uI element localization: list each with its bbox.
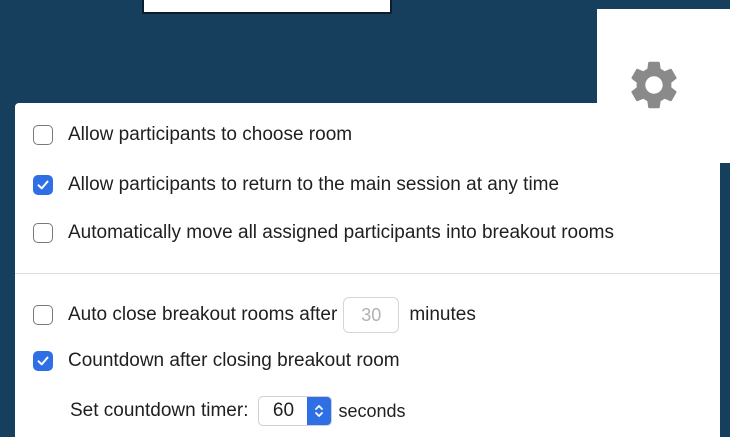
auto-close-minutes-unit: minutes: [409, 304, 476, 325]
choose-room-checkbox[interactable]: [33, 125, 53, 145]
return-main-checkbox[interactable]: [33, 175, 53, 195]
auto-move-option[interactable]: Automatically move all assigned particip…: [33, 220, 614, 246]
auto-move-label: Automatically move all assigned particip…: [68, 222, 614, 243]
countdown-timer-value[interactable]: 60: [259, 400, 307, 422]
gear-icon: [631, 61, 677, 109]
auto-close-option[interactable]: Auto close breakout rooms after 30 minut…: [33, 297, 476, 333]
stepper-arrows-icon[interactable]: [307, 397, 332, 425]
return-main-label: Allow participants to return to the main…: [68, 174, 560, 195]
countdown-timer-stepper[interactable]: 60: [258, 396, 333, 426]
choose-room-label: Allow participants to choose room: [68, 124, 353, 145]
countdown-label: Countdown after closing breakout room: [68, 350, 400, 371]
countdown-option[interactable]: Countdown after closing breakout room: [33, 348, 400, 374]
countdown-timer-label: Set countdown timer:: [70, 400, 249, 421]
auto-close-minutes-input[interactable]: 30: [343, 297, 400, 333]
checkmark-icon: [37, 356, 49, 366]
auto-move-checkbox[interactable]: [33, 223, 53, 243]
countdown-timer-unit: seconds: [338, 400, 406, 421]
checkmark-icon: [37, 180, 49, 190]
countdown-timer-row: Set countdown timer: 60 seconds: [70, 396, 406, 426]
choose-room-option[interactable]: Allow participants to choose room: [33, 122, 352, 148]
auto-close-checkbox[interactable]: [33, 305, 53, 325]
section-divider: [15, 273, 720, 274]
settings-button[interactable]: [597, 9, 730, 163]
top-panel-fragment: [142, 0, 392, 14]
auto-close-label: Auto close breakout rooms after: [68, 304, 338, 325]
countdown-checkbox[interactable]: [33, 351, 53, 371]
return-main-option[interactable]: Allow participants to return to the main…: [33, 172, 559, 198]
